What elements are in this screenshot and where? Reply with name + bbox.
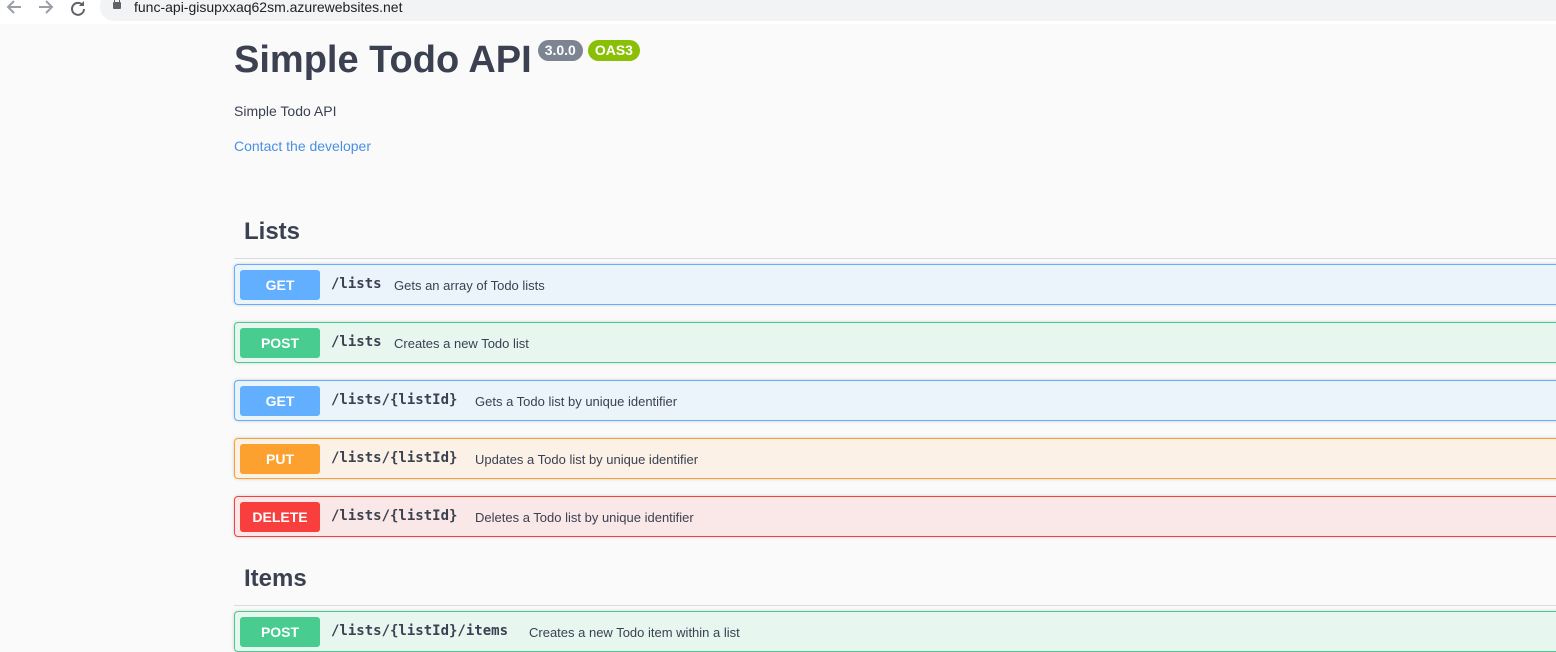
operation-summary: Creates a new Todo list	[394, 336, 529, 351]
operation-post-list-items[interactable]: POST /lists/{listId}/items Creates a new…	[234, 611, 1556, 652]
operation-summary: Gets a Todo list by unique identifier	[475, 394, 678, 409]
page-title: Simple Todo API	[234, 39, 532, 81]
operation-path: /lists/{listId}	[331, 392, 458, 408]
operation-summary: Gets an array of Todo lists	[394, 278, 545, 293]
back-arrow-icon[interactable]	[4, 0, 24, 18]
operation-path: /lists/{listId}	[331, 450, 458, 466]
operation-delete-list-by-id[interactable]: DELETE /lists/{listId} Deletes a Todo li…	[234, 496, 1556, 537]
method-badge: PUT	[240, 444, 320, 474]
section-title-items[interactable]: Items	[244, 565, 307, 593]
contact-developer-link[interactable]: Contact the developer	[234, 138, 371, 154]
operation-post-lists[interactable]: POST /lists Creates a new Todo list	[234, 322, 1556, 363]
lock-icon[interactable]	[113, 0, 121, 9]
operation-path: /lists/{listId}	[331, 508, 458, 524]
reload-icon[interactable]	[68, 0, 88, 18]
operation-path: /lists	[331, 276, 382, 292]
method-badge: GET	[240, 386, 320, 416]
operation-summary: Updates a Todo list by unique identifier	[475, 452, 699, 467]
operation-path: /lists	[331, 334, 382, 350]
address-bar[interactable]: func-api-gisupxxaq62sm.azurewebsites.net	[100, 0, 1556, 21]
api-description: Simple Todo API	[234, 103, 337, 119]
section-title-lists[interactable]: Lists	[244, 218, 300, 246]
method-badge: GET	[240, 270, 320, 300]
oas-badge: OAS3	[587, 40, 640, 61]
forward-arrow-icon[interactable]	[36, 0, 56, 18]
operation-summary: Creates a new Todo item within a list	[529, 625, 740, 640]
operation-get-lists[interactable]: GET /lists Gets an array of Todo lists	[234, 264, 1556, 305]
url-text: func-api-gisupxxaq62sm.azurewebsites.net	[134, 0, 403, 15]
browser-toolbar: func-api-gisupxxaq62sm.azurewebsites.net	[0, 0, 1556, 24]
operation-get-list-by-id[interactable]: GET /lists/{listId} Gets a Todo list by …	[234, 380, 1556, 421]
operation-summary: Deletes a Todo list by unique identifier	[475, 510, 694, 525]
operation-path: /lists/{listId}/items	[331, 623, 509, 639]
method-badge: POST	[240, 328, 320, 358]
api-title-row: Simple Todo API 3.0.0 OAS3	[234, 36, 640, 86]
version-badge: 3.0.0	[537, 40, 583, 61]
section-divider	[234, 605, 1556, 606]
method-badge: POST	[240, 617, 320, 647]
section-divider	[234, 258, 1556, 259]
method-badge: DELETE	[240, 502, 320, 532]
operation-put-list-by-id[interactable]: PUT /lists/{listId} Updates a Todo list …	[234, 438, 1556, 479]
